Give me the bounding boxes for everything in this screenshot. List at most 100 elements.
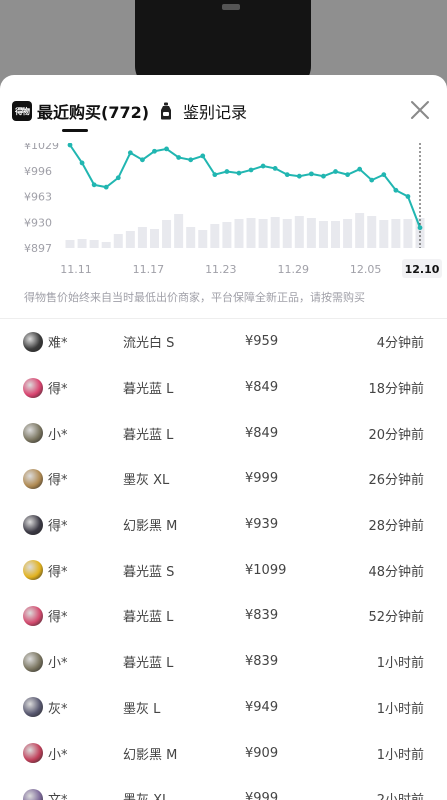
avatar <box>23 331 43 352</box>
price-point <box>248 167 254 173</box>
tab-recent-purchases[interactable]: 得物 最近购买(772) <box>12 97 149 125</box>
user-name: 小* <box>48 427 68 443</box>
volume-bar <box>367 216 377 248</box>
purchase-price: ¥949 <box>245 699 279 715</box>
purchase-time: 1小时前 <box>376 701 424 717</box>
tab-bar: 得物 最近购买(772) 鉴别记录 <box>0 75 447 143</box>
volume-bar <box>198 230 208 248</box>
price-notice: 得物售价始终来自当时最低出价商家，平台保障全新正品，请按需购买 <box>24 291 365 304</box>
purchase-time: 20分钟前 <box>368 427 424 443</box>
bottle-icon <box>156 101 176 121</box>
purchase-row: 得* 暮光蓝 L ¥839 52分钟前 <box>0 593 447 639</box>
price-point <box>260 163 266 169</box>
product-logo <box>222 4 240 10</box>
price-point <box>381 172 387 178</box>
tab-recent-purchases-label: 最近购买(772) <box>37 103 150 122</box>
purchase-row: 小* 暮光蓝 L ¥849 20分钟前 <box>0 410 447 456</box>
product-spec: 暮光蓝 L <box>123 656 174 672</box>
volume-bar <box>270 217 280 248</box>
y-tick-label: ¥1029 <box>24 143 59 152</box>
price-point <box>369 177 375 183</box>
volume-bar <box>186 227 196 248</box>
purchase-price: ¥959 <box>245 334 279 350</box>
purchase-time: 18分钟前 <box>368 382 424 398</box>
product-spec: 幻影黑 M <box>123 747 178 763</box>
purchase-price: ¥939 <box>245 517 279 533</box>
price-point <box>91 182 97 188</box>
close-icon <box>411 101 429 119</box>
price-point <box>321 173 326 179</box>
avatar <box>23 605 43 626</box>
volume-bar <box>137 227 147 248</box>
purchase-row: 得* 暮光蓝 S ¥1099 48分钟前 <box>0 547 447 593</box>
avatar <box>23 788 43 800</box>
avatar <box>23 514 43 535</box>
avatar <box>23 423 43 444</box>
price-point <box>405 194 411 199</box>
price-trend-chart-svg: ¥1029 ¥996 ¥963 ¥930 ¥897 11.11 11.17 11.23 11.2… <box>24 143 442 278</box>
price-point <box>152 148 157 154</box>
y-tick-label: ¥963 <box>24 191 52 204</box>
product-spec: 墨灰 L <box>123 701 161 717</box>
volume-bar <box>222 222 232 248</box>
purchase-row: 文* 墨灰 XL ¥999 2小时前 <box>0 776 447 800</box>
price-point <box>103 184 109 190</box>
user-name: 得* <box>48 382 68 398</box>
volume-bar <box>149 229 159 248</box>
volume-bar <box>331 221 341 248</box>
product-spec: 墨灰 XL <box>123 473 170 489</box>
price-point <box>164 146 169 152</box>
user-name: 小* <box>48 656 68 672</box>
purchase-time: 1小时前 <box>376 656 424 672</box>
tab-authentication-records[interactable]: 鉴别记录 <box>156 97 247 125</box>
price-point <box>115 175 121 181</box>
price-point <box>357 166 363 172</box>
purchase-time: 28分钟前 <box>368 519 424 535</box>
purchase-row: 得* 暮光蓝 L ¥849 18分钟前 <box>0 365 447 411</box>
x-tick-label: 11.11 <box>60 263 92 276</box>
purchase-time: 26分钟前 <box>368 473 424 489</box>
price-point <box>417 225 423 231</box>
price-point <box>236 170 242 176</box>
volume-bar <box>89 240 99 248</box>
volume-bar <box>174 214 184 248</box>
purchase-price: ¥1099 <box>245 562 287 578</box>
product-spec: 流光白 S <box>123 336 175 352</box>
volume-bar <box>258 219 268 248</box>
product-spec: 暮光蓝 L <box>123 610 174 626</box>
active-tab-indicator <box>62 129 88 132</box>
x-tick-label: 12.10 <box>405 263 440 276</box>
purchase-time: 48分钟前 <box>368 564 424 580</box>
avatar <box>23 468 43 489</box>
volume-bar <box>162 220 172 248</box>
dewu-logo-icon: 得物 <box>12 101 32 121</box>
x-tick-label: 11.29 <box>277 263 309 276</box>
price-point <box>200 153 206 159</box>
purchase-price: ¥839 <box>245 608 279 624</box>
user-name: 小* <box>48 747 68 763</box>
purchase-row: 小* 暮光蓝 L ¥839 1小时前 <box>0 639 447 685</box>
avatar <box>23 651 43 672</box>
purchase-time: 2小时前 <box>377 789 424 800</box>
avatar <box>23 377 43 398</box>
volume-bar <box>125 231 135 248</box>
user-name: 得* <box>48 473 68 489</box>
volume-bar <box>101 242 111 248</box>
y-tick-label: ¥996 <box>24 165 52 178</box>
x-tick-label: 11.23 <box>205 263 237 276</box>
volume-bar <box>355 213 365 248</box>
price-point <box>140 157 145 163</box>
purchase-time: 1小时前 <box>376 747 424 763</box>
avatar <box>23 697 43 718</box>
avatar <box>23 560 43 581</box>
volume-bar <box>113 234 123 248</box>
price-point <box>272 166 278 171</box>
volume-bar <box>294 216 304 248</box>
user-name: 得* <box>48 564 68 580</box>
user-name: 得* <box>48 610 68 626</box>
close-button[interactable] <box>407 97 433 123</box>
purchase-price: ¥849 <box>245 425 279 441</box>
x-tick-label: 11.17 <box>133 263 165 276</box>
product-spec: 暮光蓝 L <box>123 427 174 443</box>
user-name: 得* <box>48 519 68 535</box>
